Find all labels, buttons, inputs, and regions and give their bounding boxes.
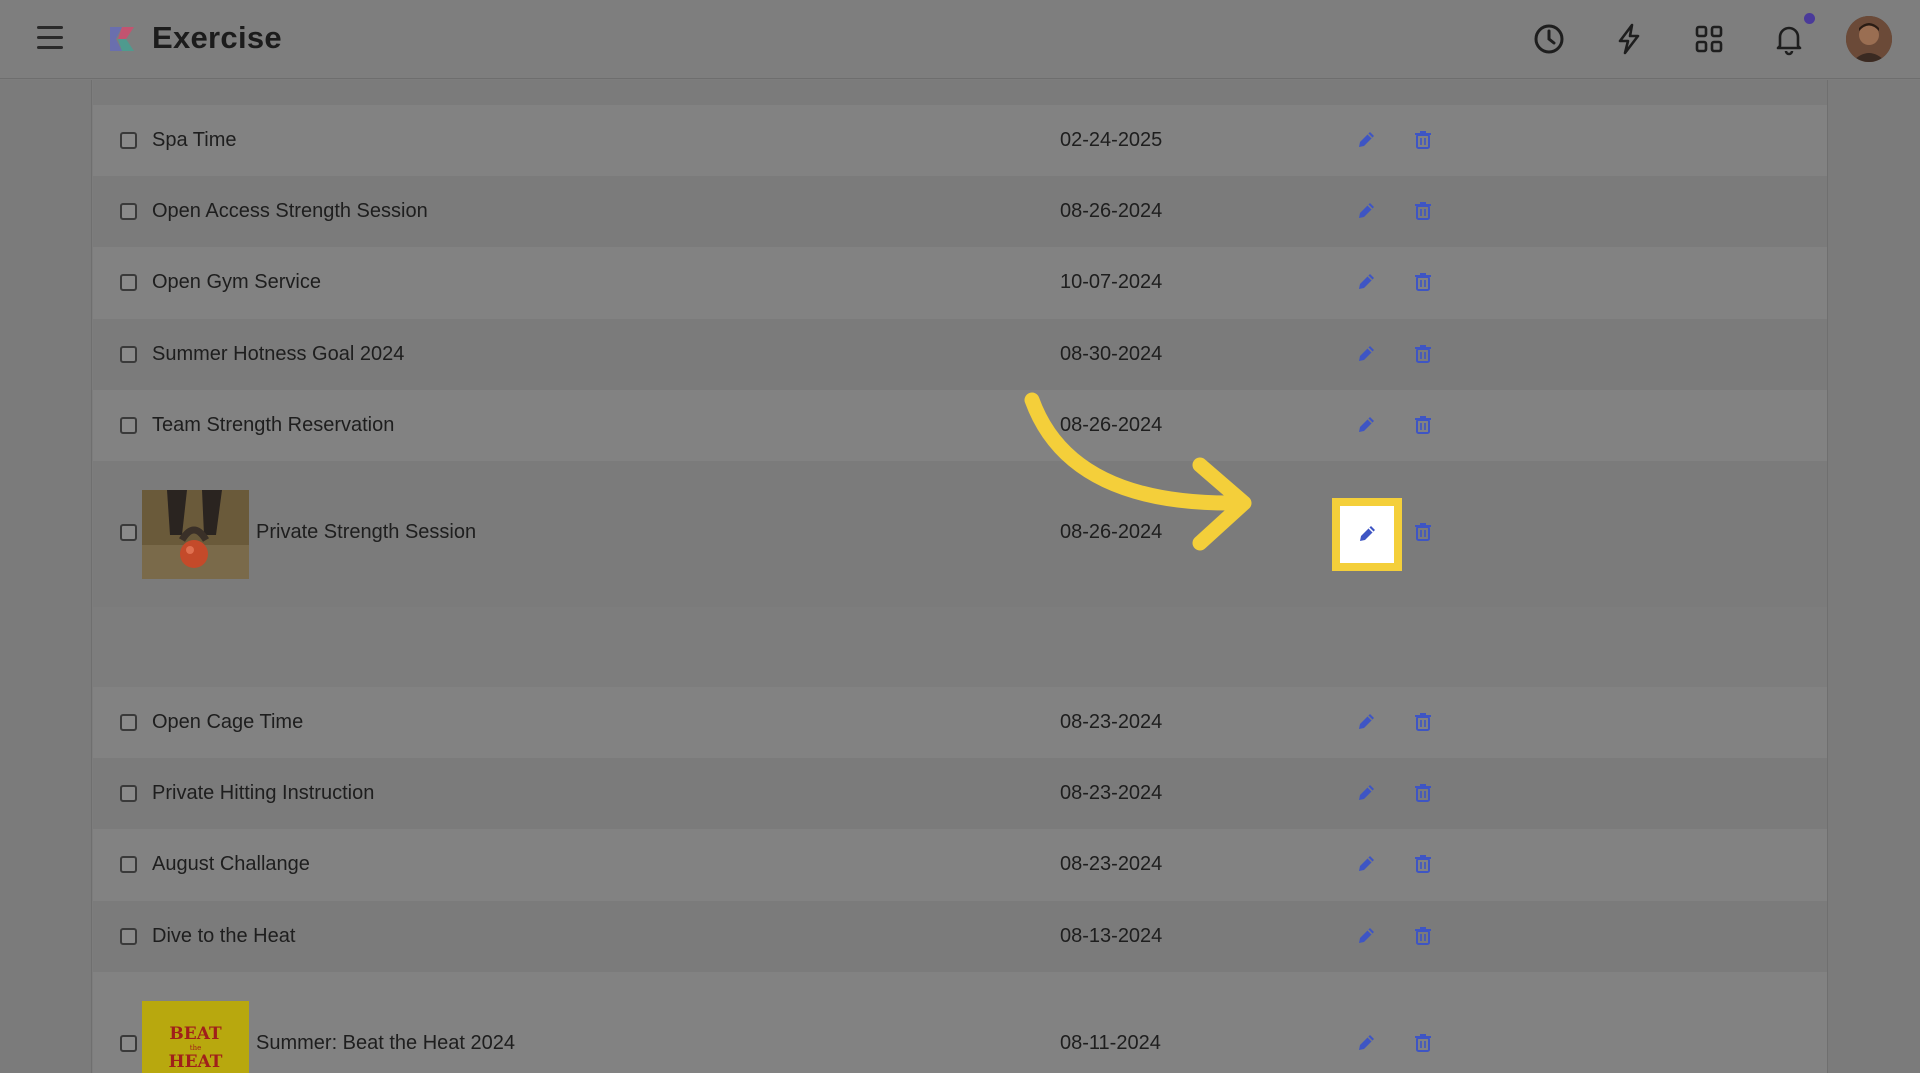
avatar[interactable] bbox=[1846, 16, 1892, 62]
table-row-partial bbox=[93, 80, 1827, 105]
top-header: Exercise bbox=[0, 0, 1920, 79]
edit-pencil-icon[interactable] bbox=[1353, 709, 1379, 735]
trash-icon[interactable] bbox=[1410, 851, 1436, 877]
row-date: 08-11-2024 bbox=[1060, 1032, 1161, 1054]
row-name: Summer: Beat the Heat 2024 bbox=[256, 1032, 516, 1054]
beat-the-heat-graphic: BEAT the HEAT bbox=[169, 1024, 223, 1072]
trash-icon[interactable] bbox=[1410, 198, 1436, 224]
table-row: Dive to the Heat 08-13-2024 bbox=[93, 901, 1827, 972]
edit-pencil-icon[interactable] bbox=[1353, 1030, 1379, 1056]
apps-grid-icon[interactable] bbox=[1691, 21, 1727, 57]
row-name: Spa Time bbox=[152, 129, 237, 151]
notification-dot bbox=[1804, 13, 1815, 24]
trash-icon[interactable] bbox=[1410, 127, 1436, 153]
thumb-text-beat: BEAT bbox=[169, 1024, 222, 1044]
row-date: 08-13-2024 bbox=[1060, 925, 1163, 947]
row-name: Dive to the Heat bbox=[152, 925, 296, 947]
highlighted-edit-button[interactable] bbox=[1332, 498, 1402, 571]
trash-icon[interactable] bbox=[1410, 923, 1436, 949]
table-row: Open Gym Service 10-07-2024 bbox=[93, 247, 1827, 319]
edit-pencil-icon[interactable] bbox=[1353, 412, 1379, 438]
row-date: 08-26-2024 bbox=[1060, 414, 1163, 436]
row-checkbox[interactable] bbox=[120, 203, 137, 220]
table-row: Spa Time 02-24-2025 bbox=[93, 105, 1827, 176]
row-name: Private Strength Session bbox=[256, 521, 477, 543]
row-checkbox[interactable] bbox=[120, 417, 137, 434]
row-name: Summer Hotness Goal 2024 bbox=[152, 343, 405, 365]
row-checkbox[interactable] bbox=[120, 346, 137, 363]
left-gutter bbox=[0, 80, 92, 1073]
row-checkbox[interactable] bbox=[120, 132, 137, 149]
edit-pencil-icon[interactable] bbox=[1353, 198, 1379, 224]
kettlebell-image bbox=[142, 490, 249, 579]
row-date: 08-23-2024 bbox=[1060, 853, 1163, 875]
trash-icon[interactable] bbox=[1410, 519, 1436, 545]
menu-icon[interactable] bbox=[37, 26, 65, 52]
edit-pencil-icon[interactable] bbox=[1353, 780, 1379, 806]
thumb-text-the: the bbox=[190, 1044, 201, 1052]
row-name: Open Cage Time bbox=[152, 711, 304, 733]
trash-icon[interactable] bbox=[1410, 709, 1436, 735]
row-date: 02-24-2025 bbox=[1060, 129, 1163, 151]
clock-icon[interactable] bbox=[1531, 21, 1567, 57]
app-title: Exercise bbox=[152, 20, 282, 55]
row-checkbox[interactable] bbox=[120, 274, 137, 291]
trash-icon[interactable] bbox=[1410, 1030, 1436, 1056]
lightning-icon[interactable] bbox=[1611, 21, 1647, 57]
row-name: Private Hitting Instruction bbox=[152, 782, 375, 804]
row-date: 08-23-2024 bbox=[1060, 782, 1163, 804]
row-checkbox[interactable] bbox=[120, 1035, 137, 1052]
table-row: Team Strength Reservation 08-26-2024 bbox=[93, 390, 1827, 461]
thumb-text-heat: HEAT bbox=[169, 1052, 223, 1072]
row-date: 08-23-2024 bbox=[1060, 711, 1163, 733]
table-row: August Challange 08-23-2024 bbox=[93, 829, 1827, 901]
table-row: Open Cage Time 08-23-2024 bbox=[93, 687, 1827, 758]
row-name: Team Strength Reservation bbox=[152, 414, 395, 436]
edit-pencil-icon[interactable] bbox=[1353, 851, 1379, 877]
row-date: 08-26-2024 bbox=[1060, 521, 1163, 543]
app-logo bbox=[110, 27, 134, 51]
edit-pencil-icon[interactable] bbox=[1353, 127, 1379, 153]
edit-pencil-icon[interactable] bbox=[1353, 341, 1379, 367]
edit-pencil-icon[interactable] bbox=[1354, 521, 1380, 547]
trash-icon[interactable] bbox=[1410, 269, 1436, 295]
table-row: Open Access Strength Session 08-26-2024 bbox=[93, 176, 1827, 247]
table-row: Private Hitting Instruction 08-23-2024 bbox=[93, 758, 1827, 829]
trash-icon[interactable] bbox=[1410, 412, 1436, 438]
row-checkbox[interactable] bbox=[120, 714, 137, 731]
row-checkbox[interactable] bbox=[120, 856, 137, 873]
trash-icon[interactable] bbox=[1410, 780, 1436, 806]
row-checkbox[interactable] bbox=[120, 785, 137, 802]
edit-pencil-icon[interactable] bbox=[1353, 923, 1379, 949]
row-name: August Challange bbox=[152, 853, 310, 875]
row-date: 08-26-2024 bbox=[1060, 200, 1163, 222]
table-row: BEAT the HEAT Summer: Beat the Heat 2024… bbox=[93, 972, 1827, 1073]
table-row: Private Strength Session 08-26-2024 bbox=[93, 461, 1827, 607]
bell-icon[interactable] bbox=[1771, 21, 1807, 57]
beat-the-heat-image: BEAT the HEAT bbox=[142, 1001, 249, 1073]
right-gutter bbox=[1827, 80, 1920, 1073]
table-row: Summer Hotness Goal 2024 08-30-2024 bbox=[93, 319, 1827, 390]
row-name: Open Gym Service bbox=[152, 271, 321, 293]
row-name: Open Access Strength Session bbox=[152, 200, 428, 222]
row-checkbox[interactable] bbox=[120, 928, 137, 945]
items-table: Spa Time 02-24-2025 Open Access Strength… bbox=[93, 80, 1827, 1073]
trash-icon[interactable] bbox=[1410, 341, 1436, 367]
row-checkbox[interactable] bbox=[120, 524, 137, 541]
row-date: 10-07-2024 bbox=[1060, 271, 1163, 293]
row-date: 08-30-2024 bbox=[1060, 343, 1163, 365]
edit-pencil-icon[interactable] bbox=[1353, 269, 1379, 295]
